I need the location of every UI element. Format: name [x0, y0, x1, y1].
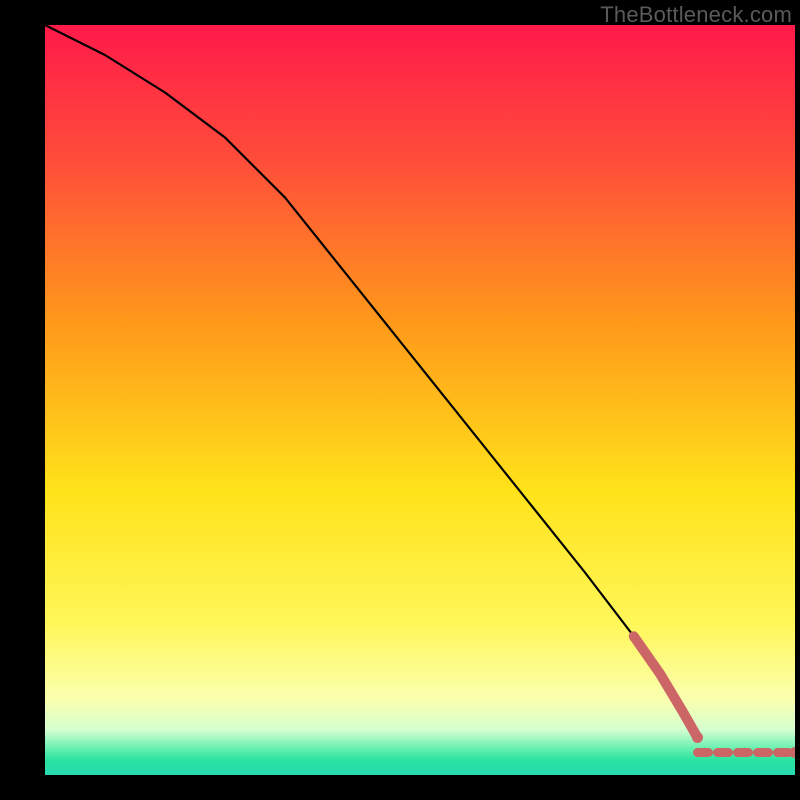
- watermark-text: TheBottleneck.com: [600, 2, 792, 28]
- chart-svg: [45, 25, 795, 775]
- chart-plot-area: [45, 25, 795, 775]
- data-point-0: [692, 732, 703, 743]
- gradient-background: [45, 25, 795, 775]
